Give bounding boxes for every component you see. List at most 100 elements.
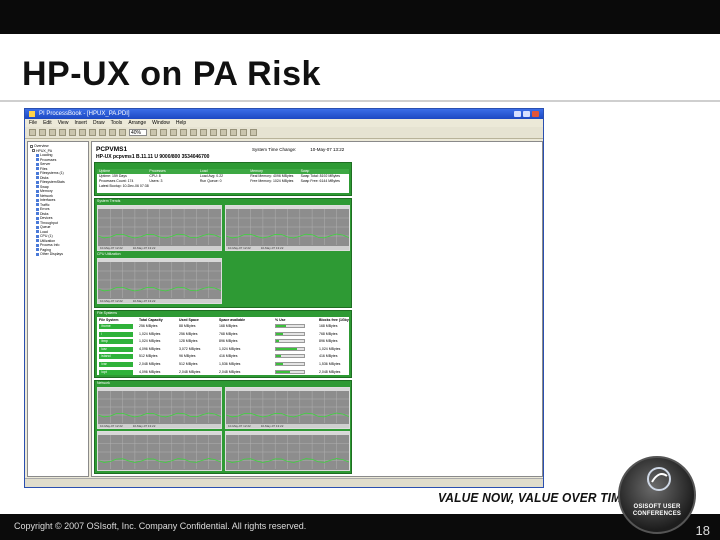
zoom-select[interactable]: 40% <box>129 129 147 136</box>
text-icon[interactable] <box>210 129 217 136</box>
table-row[interactable]: /var 2,048 MBytes 512 MBytes 1,536 MBytes 1,… <box>97 361 349 369</box>
symbol-icon[interactable] <box>250 129 257 136</box>
cut-icon[interactable] <box>69 129 76 136</box>
table-row[interactable]: /opt 4,096 MBytes 2,048 MBytes 2,048 MBytes… <box>97 369 349 377</box>
tree-node-icon <box>36 158 39 162</box>
menu-draw[interactable]: Draw <box>93 120 105 126</box>
menu-edit[interactable]: Edit <box>43 120 52 126</box>
rectangle-icon[interactable] <box>190 129 197 136</box>
open-icon[interactable] <box>39 129 46 136</box>
table-row[interactable]: / 1,024 MBytes 256 MBytes 768 MBytes 768 MBy… <box>97 331 349 339</box>
tree-node-icon <box>36 189 39 193</box>
value-icon[interactable] <box>230 129 237 136</box>
fs-usage-fill <box>276 340 280 343</box>
fs-usage-bar <box>275 362 305 367</box>
menu-help[interactable]: Help <box>176 120 186 126</box>
save-icon[interactable] <box>49 129 56 136</box>
fs-rows: /home 256 MBytes 88 MBytes 168 MBytes 168 MB… <box>97 323 349 376</box>
tree-node-icon <box>32 149 35 153</box>
fs-name: / <box>99 331 133 337</box>
display-tree[interactable]: Overview HPUX_PA Loading Processes Server Fil… <box>27 141 89 477</box>
window-controls <box>514 111 539 117</box>
fs-name-cell: /usr <box>97 346 137 354</box>
osisoft-logo-icon <box>647 467 671 491</box>
file-systems-panel: File Systems File System Total Capacity … <box>94 310 352 378</box>
status-cell: Run Queue: 0 <box>199 179 222 183</box>
menu-file[interactable]: File <box>29 120 37 126</box>
menu-window[interactable]: Window <box>152 120 170 126</box>
tree-node-icon <box>36 212 39 216</box>
system-time-value: 10-May-07 13:22 <box>310 147 345 152</box>
trend-chart: 10-May-07 12:22 10-May-07 13:22 <box>97 205 222 251</box>
table-row[interactable]: /usr 4,096 MBytes 3,072 MBytes 1,024 MBytes… <box>97 346 349 354</box>
menu-arrange[interactable]: Arrange <box>128 120 146 126</box>
status-table: Uptime Processes Load Memory Swap Uptime… <box>97 169 349 193</box>
network-chart: 10-May-07 12:22 10-May-07 13:22 <box>97 387 222 429</box>
table-row[interactable]: /tmp 1,024 MBytes 128 MBytes 896 MBytes 896 … <box>97 338 349 346</box>
tree-item-label: Loading <box>40 153 53 158</box>
tree-node-icon <box>30 144 33 148</box>
pointer-icon[interactable] <box>170 129 177 136</box>
tree-node-icon <box>36 230 39 234</box>
menu-view[interactable]: View <box>58 120 69 126</box>
paste-icon[interactable] <box>89 129 96 136</box>
zoom-in-icon[interactable] <box>150 129 157 136</box>
panel-title: System Trends <box>97 199 121 203</box>
close-icon[interactable] <box>532 111 539 117</box>
copy-icon[interactable] <box>79 129 86 136</box>
tree-item-label: Filesystems (1) <box>40 171 64 176</box>
tree-node-icon <box>36 180 39 184</box>
trend-icon[interactable] <box>220 129 227 136</box>
fs-usage-fill <box>276 363 283 366</box>
menu-tools[interactable]: Tools <box>111 120 123 126</box>
build-icon[interactable] <box>119 129 126 136</box>
fs-name-cell: /stand <box>97 353 137 361</box>
chart-grid <box>225 391 350 423</box>
fs-name-cell: /opt <box>97 369 137 377</box>
tree-item[interactable]: Other Displays <box>30 252 86 257</box>
fs-usage-fill <box>276 370 290 373</box>
undo-icon[interactable] <box>99 129 106 136</box>
tree-node-icon <box>36 243 39 247</box>
tree-node-icon <box>36 167 39 171</box>
tree-node-icon <box>36 239 39 243</box>
page-number: 18 <box>695 523 710 538</box>
conference-badge: OSISOFT USER CONFERENCES <box>618 456 696 534</box>
fs-free: 896 MBytes <box>319 339 338 344</box>
ellipse-icon[interactable] <box>200 129 207 136</box>
fs-name-cell: / <box>97 331 137 339</box>
chart-grid <box>97 209 222 245</box>
top-bar <box>0 0 720 34</box>
zoom-out-icon[interactable] <box>160 129 167 136</box>
bar-icon[interactable] <box>240 129 247 136</box>
window-title: PI ProcessBook - [HPUX_PA.PDI] <box>39 111 130 117</box>
maximize-icon[interactable] <box>523 111 530 117</box>
window-titlebar[interactable]: PI ProcessBook - [HPUX_PA.PDI] <box>25 109 543 119</box>
title-divider <box>0 100 720 102</box>
fs-usage-cell <box>273 331 317 339</box>
tree-node-icon <box>36 248 39 252</box>
new-icon[interactable] <box>29 129 36 136</box>
fs-usage-bar <box>275 354 305 359</box>
fs-usage-fill <box>276 325 286 328</box>
line-icon[interactable] <box>180 129 187 136</box>
run-icon[interactable] <box>109 129 116 136</box>
display-area: PCPVMS1 System Time Change: 10-May-07 13… <box>91 141 543 477</box>
fs-usage-bar <box>275 346 305 351</box>
tree-node-icon <box>36 171 39 175</box>
chart-start-time: 10-May-07 12:22 <box>228 424 251 428</box>
minimize-icon[interactable] <box>514 111 521 117</box>
fs-usage-bar <box>275 324 305 329</box>
menu-insert[interactable]: Insert <box>74 120 87 126</box>
tree-item-label: Utilization <box>40 238 56 243</box>
tree-item-label: Queue <box>40 225 51 230</box>
slide-title: HP-UX on PA Risk <box>22 55 321 93</box>
table-row[interactable]: /home 256 MBytes 88 MBytes 168 MBytes 168 MB… <box>97 323 349 331</box>
fs-name-cell: /tmp <box>97 338 137 346</box>
chart-end-time: 10-May-07 13:22 <box>132 424 156 428</box>
fs-usage-cell <box>273 361 317 369</box>
status-panel: Uptime Processes Load Memory Swap Uptime… <box>94 162 352 196</box>
fs-available: 2,048 MBytes <box>219 369 241 374</box>
print-icon[interactable] <box>59 129 66 136</box>
table-row[interactable]: /stand 512 MBytes 96 MBytes 416 MBytes 416 M… <box>97 353 349 361</box>
